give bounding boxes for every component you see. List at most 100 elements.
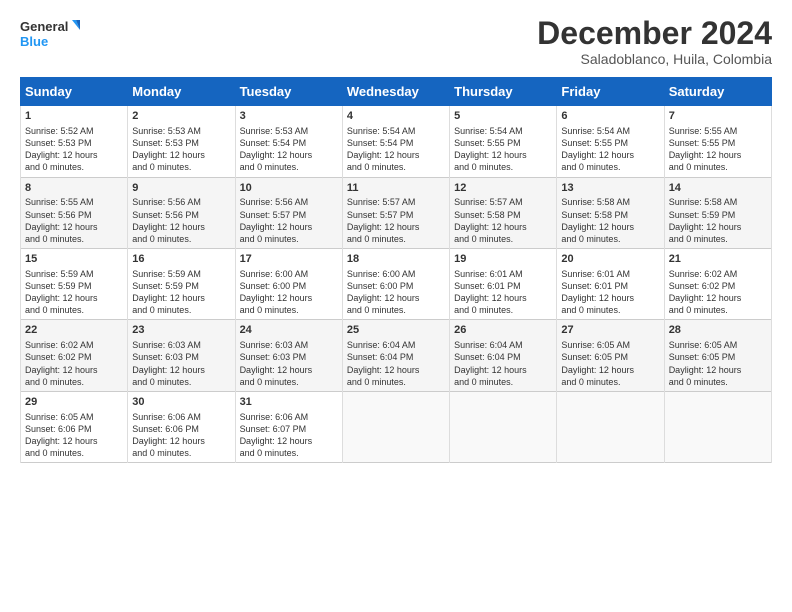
calendar-cell: 14Sunrise: 5:58 AMSunset: 5:59 PMDayligh… <box>664 177 771 248</box>
day-number: 21 <box>669 252 767 267</box>
daylight-text: Daylight: 12 hours <box>347 293 420 303</box>
sunrise-text: Sunrise: 6:03 AM <box>240 340 309 350</box>
calendar-cell: 27Sunrise: 6:05 AMSunset: 6:05 PMDayligh… <box>557 320 664 391</box>
sunset-text: Sunset: 6:02 PM <box>669 281 736 291</box>
daylight-cont: and 0 minutes. <box>25 305 84 315</box>
day-number: 14 <box>669 181 767 196</box>
sunset-text: Sunset: 6:01 PM <box>454 281 521 291</box>
daylight-text: Daylight: 12 hours <box>669 293 742 303</box>
calendar-cell <box>664 391 771 462</box>
calendar-cell: 3Sunrise: 5:53 AMSunset: 5:54 PMDaylight… <box>235 106 342 177</box>
daylight-text: Daylight: 12 hours <box>132 293 205 303</box>
daylight-text: Daylight: 12 hours <box>454 150 527 160</box>
daylight-text: Daylight: 12 hours <box>669 365 742 375</box>
day-number: 8 <box>25 181 123 196</box>
calendar-week-4: 22Sunrise: 6:02 AMSunset: 6:02 PMDayligh… <box>21 320 772 391</box>
sunset-text: Sunset: 5:59 PM <box>132 281 199 291</box>
calendar-cell: 29Sunrise: 6:05 AMSunset: 6:06 PMDayligh… <box>21 391 128 462</box>
calendar-cell: 13Sunrise: 5:58 AMSunset: 5:58 PMDayligh… <box>557 177 664 248</box>
sunset-text: Sunset: 6:07 PM <box>240 424 307 434</box>
title-block: December 2024 Saladoblanco, Huila, Colom… <box>537 16 772 67</box>
calendar-cell: 7Sunrise: 5:55 AMSunset: 5:55 PMDaylight… <box>664 106 771 177</box>
day-number: 13 <box>561 181 659 196</box>
day-number: 10 <box>240 181 338 196</box>
day-number: 17 <box>240 252 338 267</box>
daylight-text: Daylight: 12 hours <box>347 365 420 375</box>
sunrise-text: Sunrise: 5:54 AM <box>454 126 523 136</box>
sunrise-text: Sunrise: 6:06 AM <box>240 412 309 422</box>
col-tuesday: Tuesday <box>235 78 342 106</box>
sunset-text: Sunset: 6:03 PM <box>240 352 307 362</box>
day-number: 11 <box>347 181 445 196</box>
calendar-cell: 8Sunrise: 5:55 AMSunset: 5:56 PMDaylight… <box>21 177 128 248</box>
logo: General Blue <box>20 16 80 54</box>
sunrise-text: Sunrise: 6:00 AM <box>347 269 416 279</box>
sunset-text: Sunset: 5:59 PM <box>669 210 736 220</box>
daylight-cont: and 0 minutes. <box>132 234 191 244</box>
sunrise-text: Sunrise: 6:04 AM <box>454 340 523 350</box>
calendar-cell: 5Sunrise: 5:54 AMSunset: 5:55 PMDaylight… <box>450 106 557 177</box>
sunset-text: Sunset: 6:00 PM <box>347 281 414 291</box>
svg-text:General: General <box>20 19 68 34</box>
calendar-cell: 4Sunrise: 5:54 AMSunset: 5:54 PMDaylight… <box>342 106 449 177</box>
calendar-cell: 30Sunrise: 6:06 AMSunset: 6:06 PMDayligh… <box>128 391 235 462</box>
sunset-text: Sunset: 5:57 PM <box>347 210 414 220</box>
day-number: 15 <box>25 252 123 267</box>
daylight-cont: and 0 minutes. <box>347 162 406 172</box>
daylight-text: Daylight: 12 hours <box>132 222 205 232</box>
daylight-cont: and 0 minutes. <box>561 162 620 172</box>
daylight-cont: and 0 minutes. <box>454 377 513 387</box>
calendar-cell: 18Sunrise: 6:00 AMSunset: 6:00 PMDayligh… <box>342 249 449 320</box>
sunrise-text: Sunrise: 5:58 AM <box>561 197 630 207</box>
daylight-cont: and 0 minutes. <box>669 234 728 244</box>
sunrise-text: Sunrise: 5:57 AM <box>347 197 416 207</box>
day-number: 3 <box>240 109 338 124</box>
calendar-cell: 1Sunrise: 5:52 AMSunset: 5:53 PMDaylight… <box>21 106 128 177</box>
calendar-cell <box>557 391 664 462</box>
header-row: Sunday Monday Tuesday Wednesday Thursday… <box>21 78 772 106</box>
daylight-cont: and 0 minutes. <box>240 448 299 458</box>
daylight-text: Daylight: 12 hours <box>240 436 313 446</box>
daylight-cont: and 0 minutes. <box>25 377 84 387</box>
col-thursday: Thursday <box>450 78 557 106</box>
calendar-cell: 15Sunrise: 5:59 AMSunset: 5:59 PMDayligh… <box>21 249 128 320</box>
col-wednesday: Wednesday <box>342 78 449 106</box>
sunrise-text: Sunrise: 5:57 AM <box>454 197 523 207</box>
calendar-cell <box>342 391 449 462</box>
col-saturday: Saturday <box>664 78 771 106</box>
sunset-text: Sunset: 6:03 PM <box>132 352 199 362</box>
calendar-week-5: 29Sunrise: 6:05 AMSunset: 6:06 PMDayligh… <box>21 391 772 462</box>
daylight-cont: and 0 minutes. <box>132 377 191 387</box>
daylight-text: Daylight: 12 hours <box>347 222 420 232</box>
sunrise-text: Sunrise: 6:04 AM <box>347 340 416 350</box>
daylight-text: Daylight: 12 hours <box>25 150 98 160</box>
day-number: 16 <box>132 252 230 267</box>
sunrise-text: Sunrise: 5:53 AM <box>240 126 309 136</box>
day-number: 6 <box>561 109 659 124</box>
header: General Blue December 2024 Saladoblanco,… <box>20 16 772 67</box>
sunset-text: Sunset: 6:06 PM <box>132 424 199 434</box>
day-number: 24 <box>240 323 338 338</box>
daylight-text: Daylight: 12 hours <box>132 436 205 446</box>
daylight-text: Daylight: 12 hours <box>561 222 634 232</box>
daylight-cont: and 0 minutes. <box>347 377 406 387</box>
col-sunday: Sunday <box>21 78 128 106</box>
sunset-text: Sunset: 5:59 PM <box>25 281 92 291</box>
sunrise-text: Sunrise: 5:55 AM <box>669 126 738 136</box>
daylight-text: Daylight: 12 hours <box>25 436 98 446</box>
calendar-cell: 10Sunrise: 5:56 AMSunset: 5:57 PMDayligh… <box>235 177 342 248</box>
col-monday: Monday <box>128 78 235 106</box>
calendar-week-3: 15Sunrise: 5:59 AMSunset: 5:59 PMDayligh… <box>21 249 772 320</box>
col-friday: Friday <box>557 78 664 106</box>
day-number: 25 <box>347 323 445 338</box>
calendar-cell: 22Sunrise: 6:02 AMSunset: 6:02 PMDayligh… <box>21 320 128 391</box>
sunrise-text: Sunrise: 5:56 AM <box>240 197 309 207</box>
calendar-cell: 16Sunrise: 5:59 AMSunset: 5:59 PMDayligh… <box>128 249 235 320</box>
sunset-text: Sunset: 5:53 PM <box>25 138 92 148</box>
day-number: 20 <box>561 252 659 267</box>
calendar-cell: 11Sunrise: 5:57 AM Sunset: 5:57 PM Dayligh… <box>342 177 449 248</box>
daylight-cont: and 0 minutes. <box>561 234 620 244</box>
calendar-table: Sunday Monday Tuesday Wednesday Thursday… <box>20 77 772 463</box>
day-number: 29 <box>25 395 123 410</box>
sunrise-text: Sunrise: 6:03 AM <box>132 340 201 350</box>
